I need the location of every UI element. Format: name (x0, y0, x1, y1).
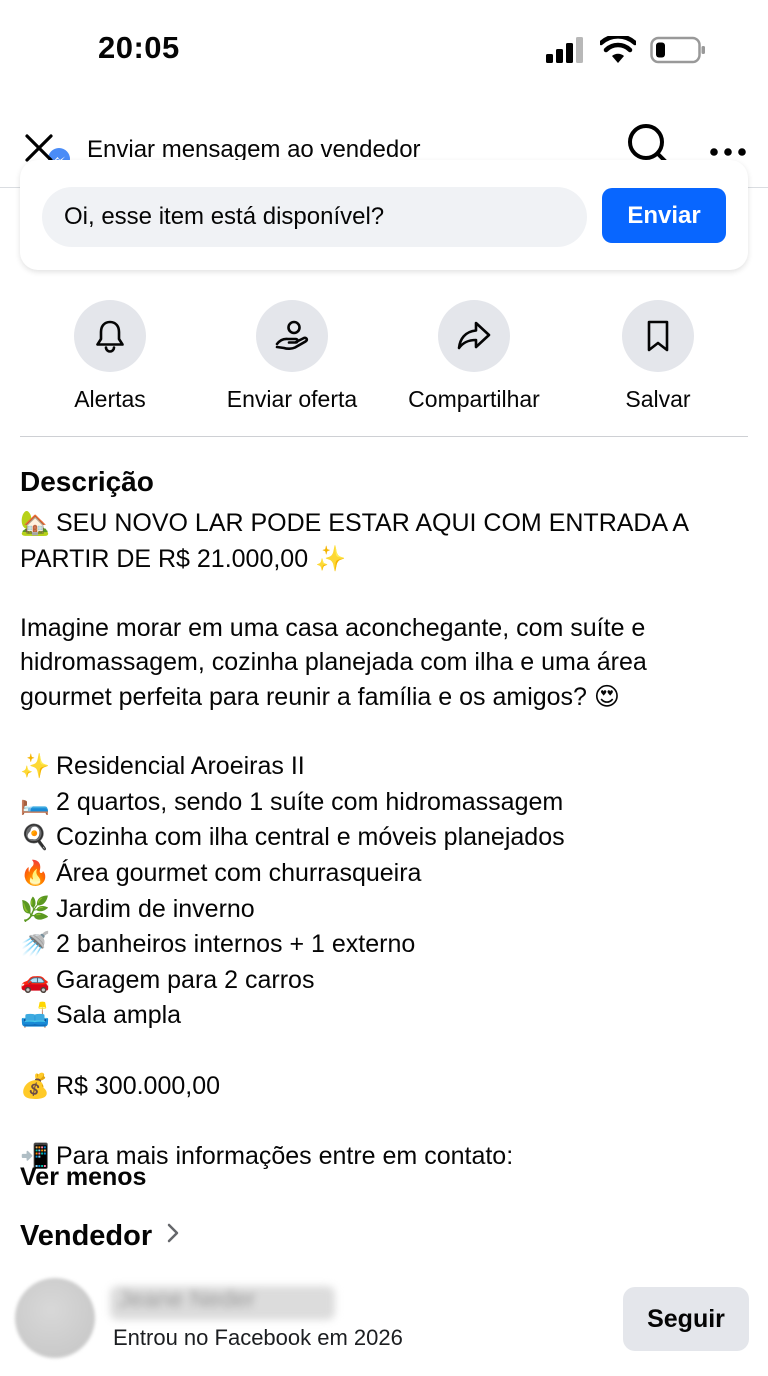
save-circle[interactable] (622, 300, 694, 372)
description-body: 🏡 SEU NOVO LAR PODE ESTAR AQUI COM ENTRAD… (20, 506, 750, 1174)
chevron-right-icon (166, 1222, 180, 1251)
intro-line-1: Imagine morar em uma casa aconchegante, … (20, 613, 646, 642)
sparkles-emoji-icon: ✨ (20, 753, 50, 781)
fire-emoji-icon: 🔥 (20, 859, 50, 887)
share-circle[interactable] (438, 300, 510, 372)
share-button[interactable]: Compartilhar (384, 300, 564, 413)
price-line: 💰 R$ 300.000,00 (20, 1069, 750, 1105)
follow-button[interactable]: Seguir (623, 1287, 749, 1351)
money-bag-emoji-icon: 💰 (20, 1072, 50, 1100)
battery-icon (650, 36, 706, 69)
intro-line-3: gourmet perfeita para reunir a família e… (20, 682, 620, 711)
feature-line: 🍳 Cozinha com ilha central e móveis plane… (20, 820, 750, 856)
action-bar: Alertas Enviar oferta Compartilhar Salva… (20, 300, 748, 413)
message-input[interactable] (42, 187, 587, 247)
status-bar: 20:05 (0, 0, 768, 100)
wifi-icon (598, 34, 638, 69)
send-button[interactable]: Enviar (602, 188, 726, 243)
seller-title-label: Vendedor (20, 1220, 153, 1252)
heart-eyes-emoji-icon: 😍 (593, 682, 620, 711)
feature-line: 🌿 Jardim de inverno (20, 892, 750, 928)
house-emoji-icon: 🏡 (20, 510, 50, 537)
herb-emoji-icon: 🌿 (20, 895, 50, 923)
divider (20, 436, 748, 437)
send-offer-button[interactable]: Enviar oferta (202, 300, 382, 413)
send-offer-circle[interactable] (256, 300, 328, 372)
save-button[interactable]: Salvar (568, 300, 748, 413)
feature-line: 🛋️ Sala ampla (20, 998, 750, 1034)
alerts-button[interactable]: Alertas (20, 300, 200, 413)
shower-emoji-icon: 🚿 (20, 931, 50, 959)
headline-line-2: PARTIR DE R$ 21.000,00 ✨ (20, 544, 347, 573)
intro-line-2: hidromassagem, cozinha planejada com ilh… (20, 648, 647, 677)
car-emoji-icon: 🚗 (20, 966, 50, 994)
feature-line: 🔥 Área gourmet com churrasqueira (20, 856, 750, 892)
couch-emoji-icon: 🛋️ (20, 1002, 50, 1030)
feature-line: 🚗 Garagem para 2 carros (20, 963, 750, 999)
alerts-label: Alertas (74, 386, 146, 412)
see-less-link[interactable]: Ver menos (20, 1163, 146, 1192)
send-offer-label: Enviar oferta (226, 386, 358, 412)
status-icons (546, 34, 706, 69)
headline-line-1: 🏡 SEU NOVO LAR PODE ESTAR AQUI COM ENTRAD… (20, 506, 750, 542)
bed-emoji-icon: 🛏️ (20, 788, 50, 816)
seller-joined-text: Entrou no Facebook em 2026 (113, 1325, 403, 1350)
feature-line: 🛏️ 2 quartos, sendo 1 suíte com hidromass… (20, 785, 750, 821)
status-time: 20:05 (98, 30, 180, 65)
message-card: Enviar (20, 160, 748, 270)
sparkles-emoji-icon: ✨ (315, 544, 347, 573)
avatar[interactable] (15, 1278, 95, 1358)
alerts-circle[interactable] (74, 300, 146, 372)
bell-icon (96, 320, 124, 353)
seller-name[interactable]: Jeane Neder (110, 1286, 335, 1320)
share-label: Compartilhar (408, 386, 540, 412)
seller-section-title[interactable]: Vendedor (20, 1220, 180, 1253)
feature-line: ✨ Residencial Aroeiras II (20, 749, 750, 785)
close-icon (25, 134, 53, 162)
cellular-signal-icon (546, 37, 586, 68)
frying-pan-emoji-icon: 🍳 (20, 824, 50, 852)
feature-line: 🚿 2 banheiros internos + 1 externo (20, 927, 750, 963)
offer-icon (275, 320, 309, 350)
share-icon (457, 321, 491, 350)
save-label: Salvar (625, 386, 691, 412)
bookmark-icon (647, 320, 669, 352)
description-title: Descrição (20, 466, 154, 497)
